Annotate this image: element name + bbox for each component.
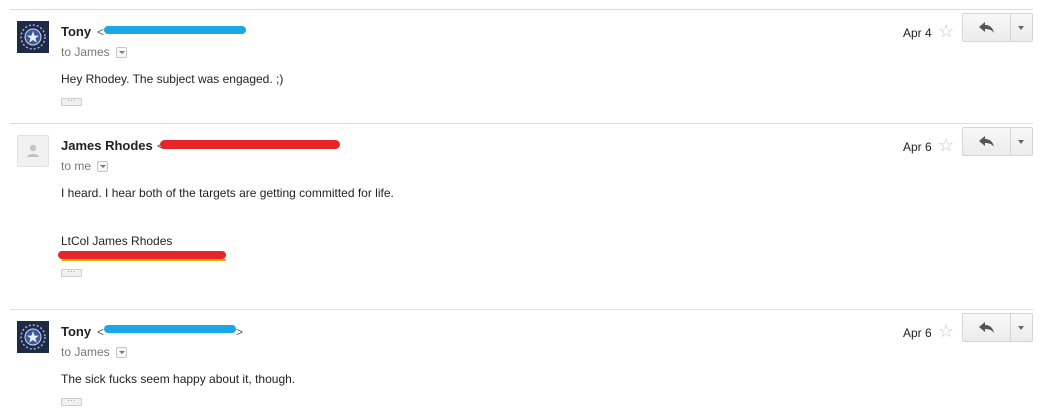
recipient-details-toggle[interactable] (97, 161, 109, 173)
message-body: Hey Rhodey. The subject was engaged. ;) (61, 72, 284, 86)
signature-name: LtCol James Rhodes (61, 234, 173, 248)
reply-icon (979, 136, 994, 147)
message-body: I heard. I hear both of the targets are … (61, 186, 394, 200)
star-icon[interactable]: ☆ (938, 21, 954, 41)
show-trimmed-content-button[interactable]: ··· (61, 397, 82, 406)
message-date[interactable]: Apr 4 (903, 26, 932, 40)
sender-email-close: > (236, 325, 244, 339)
message-body: The sick fucks seem happy about it, thou… (61, 372, 296, 386)
avatar[interactable] (17, 21, 49, 53)
divider (10, 123, 1033, 124)
redaction-mark (58, 251, 226, 259)
show-trimmed-content-button[interactable]: ··· (61, 268, 82, 277)
show-trimmed-content-button[interactable]: ··· (61, 97, 82, 106)
message-date[interactable]: Apr 6 (903, 326, 932, 340)
recipient-line[interactable]: to me (61, 159, 109, 173)
reply-button[interactable] (962, 127, 1011, 156)
recipient-text: to me (61, 159, 92, 173)
more-options-button[interactable] (1011, 127, 1033, 156)
sender-email-open: < (97, 325, 105, 339)
reply-button[interactable] (962, 313, 1011, 342)
star-icon[interactable]: ☆ (938, 321, 954, 341)
more-options-button[interactable] (1011, 313, 1033, 342)
redaction-mark (104, 26, 246, 34)
reply-button[interactable] (962, 13, 1011, 42)
reply-icon (979, 22, 994, 33)
default-avatar-icon (27, 144, 39, 157)
avatar[interactable] (17, 321, 49, 353)
star-icon[interactable]: ☆ (938, 135, 954, 155)
redaction-mark (160, 140, 340, 149)
divider (10, 9, 1033, 10)
recipient-details-toggle[interactable] (115, 347, 127, 359)
sender-email-open: < (97, 25, 105, 39)
more-options-button[interactable] (1011, 13, 1033, 42)
sender-name[interactable]: Tony (61, 24, 91, 39)
sender-name[interactable]: James Rhodes (61, 138, 153, 153)
recipient-text: to James (61, 45, 110, 59)
message-date[interactable]: Apr 6 (903, 140, 932, 154)
reply-icon (979, 322, 994, 333)
recipient-line[interactable]: to James (61, 45, 127, 59)
sender-name[interactable]: Tony (61, 324, 91, 339)
signature-underline (62, 259, 226, 261)
recipient-details-toggle[interactable] (115, 47, 127, 59)
divider (10, 309, 1033, 310)
recipient-line[interactable]: to James (61, 345, 127, 359)
redaction-mark (104, 325, 236, 333)
avatar[interactable] (17, 135, 49, 167)
recipient-text: to James (61, 345, 110, 359)
